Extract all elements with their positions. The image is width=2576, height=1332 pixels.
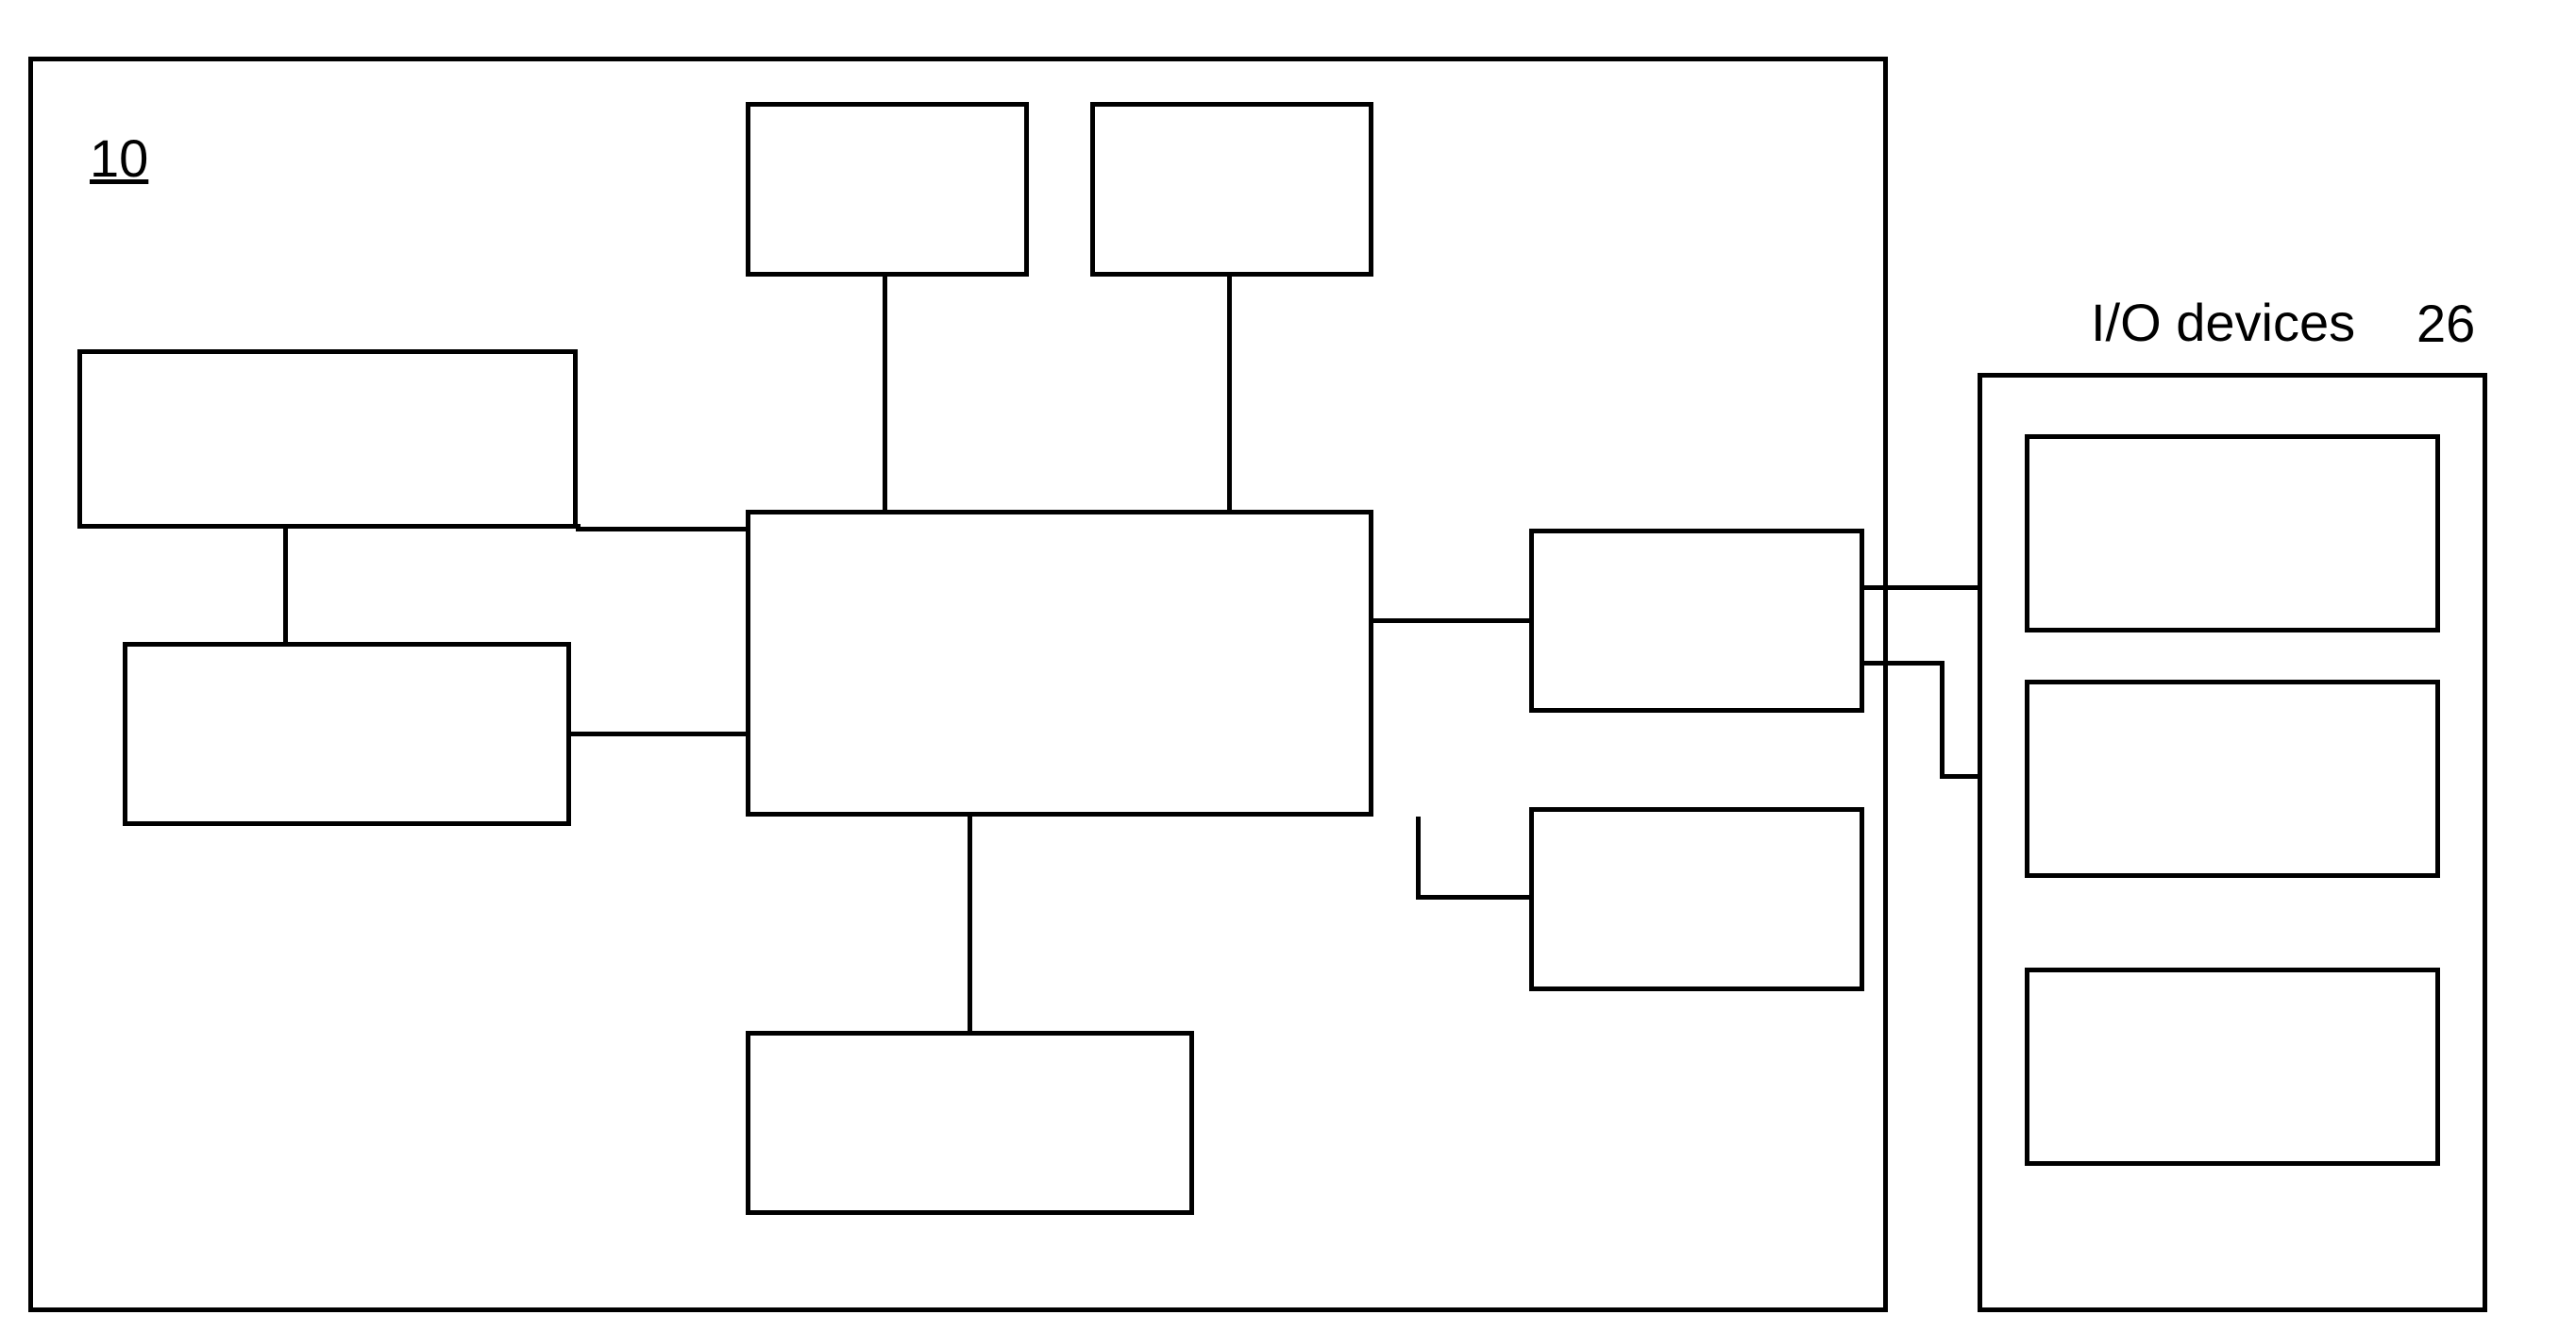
line-dda-dun-h1 [1864, 661, 1945, 666]
display-driver-a-box [1529, 529, 1864, 713]
line-cpu-ddb-h [1416, 895, 1529, 900]
other-io-box [2025, 968, 2440, 1166]
io-devices-label: I/O devices [2091, 293, 2355, 353]
accelerometer-box [77, 349, 578, 529]
accelerometer-driver-box [123, 642, 571, 826]
system-ref: 10 [90, 127, 148, 189]
io-devices-ref: 26 [2416, 293, 2475, 354]
display-driver-b-box [1529, 807, 1864, 991]
line-cpu-ddb-v [1416, 817, 1421, 900]
line-rom-cpu [1227, 277, 1232, 510]
line-cpu-dda [1373, 618, 1529, 623]
cpu-box [746, 510, 1373, 817]
display-unit-n-box [2025, 680, 2440, 878]
line-cpu-comm [968, 817, 972, 1031]
rom-box [1090, 102, 1373, 277]
main-memory-box [746, 102, 1029, 277]
line-dda-dun-v [1940, 661, 1945, 779]
line-mem-cpu [883, 277, 887, 510]
communication-link-box [746, 1031, 1194, 1215]
line-accdrv-cpu [571, 732, 746, 736]
diagram-root: 10 main memory 18 ROM 20 Accelerometer 1… [0, 0, 2576, 1332]
line-accel-cpu-h [578, 527, 746, 531]
display-unit-1-box [2025, 434, 2440, 632]
line-accel-accdrv [283, 529, 288, 642]
